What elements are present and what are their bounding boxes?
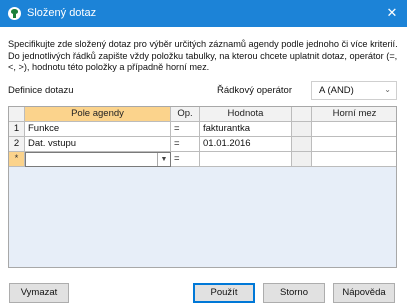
row-operator-cell[interactable]: = xyxy=(171,137,200,152)
query-grid[interactable]: Pole agendy Op. Hodnota Horní mez 1 Funk… xyxy=(8,106,397,268)
row-operator-cell[interactable]: = xyxy=(171,122,200,137)
chevron-down-icon: ⌄ xyxy=(384,85,391,94)
definition-row: Definice dotazu Řádkový operátor A (AND)… xyxy=(8,81,399,101)
row-operator-label: Řádkový operátor xyxy=(217,85,292,96)
window-title: Složený dotaz xyxy=(27,7,97,19)
row-operator-select[interactable]: A (AND) ⌄ xyxy=(311,81,397,100)
row-upper-cell[interactable] xyxy=(312,122,396,137)
title-bar: Složený dotaz ✕ xyxy=(0,0,407,27)
app-icon xyxy=(8,7,21,20)
definition-label: Definice dotazu xyxy=(8,85,74,96)
row-field-cell[interactable]: Dat. vstupu xyxy=(25,137,171,152)
column-header-value[interactable]: Hodnota xyxy=(200,107,292,122)
new-row-value-cell[interactable] xyxy=(200,152,292,167)
help-button[interactable]: Nápověda xyxy=(333,283,395,303)
column-header-blank xyxy=(292,107,312,122)
column-header-field[interactable]: Pole agendy xyxy=(25,107,171,122)
row-number[interactable]: 2 xyxy=(9,137,25,152)
column-header-operator[interactable]: Op. xyxy=(171,107,200,122)
row-field-cell[interactable]: Funkce xyxy=(25,122,171,137)
row-upper-cell[interactable] xyxy=(312,137,396,152)
row-number[interactable]: 1 xyxy=(9,122,25,137)
description-text: Specifikujte zde složený dotaz pro výběr… xyxy=(8,39,398,72)
header-corner xyxy=(9,107,25,122)
new-row-upper-cell[interactable] xyxy=(312,152,396,167)
new-row-operator-cell[interactable]: = xyxy=(171,152,200,167)
new-row-marker[interactable]: * xyxy=(9,152,25,167)
field-select-combo[interactable]: ▼ xyxy=(25,152,171,167)
row-operator-value: A (AND) xyxy=(319,85,354,96)
close-icon[interactable]: ✕ xyxy=(377,0,407,27)
chevron-down-icon[interactable]: ▼ xyxy=(157,153,170,166)
row-blank-cell xyxy=(292,122,312,137)
new-row-blank-cell xyxy=(292,152,312,167)
use-button[interactable]: Použít xyxy=(193,283,255,303)
clear-button[interactable]: Vymazat xyxy=(9,283,69,303)
cancel-button[interactable]: Storno xyxy=(263,283,325,303)
column-header-upper-limit[interactable]: Horní mez xyxy=(312,107,396,122)
row-value-cell[interactable]: fakturantka xyxy=(200,122,292,137)
row-value-cell[interactable]: 01.01.2016 xyxy=(200,137,292,152)
row-blank-cell xyxy=(292,137,312,152)
